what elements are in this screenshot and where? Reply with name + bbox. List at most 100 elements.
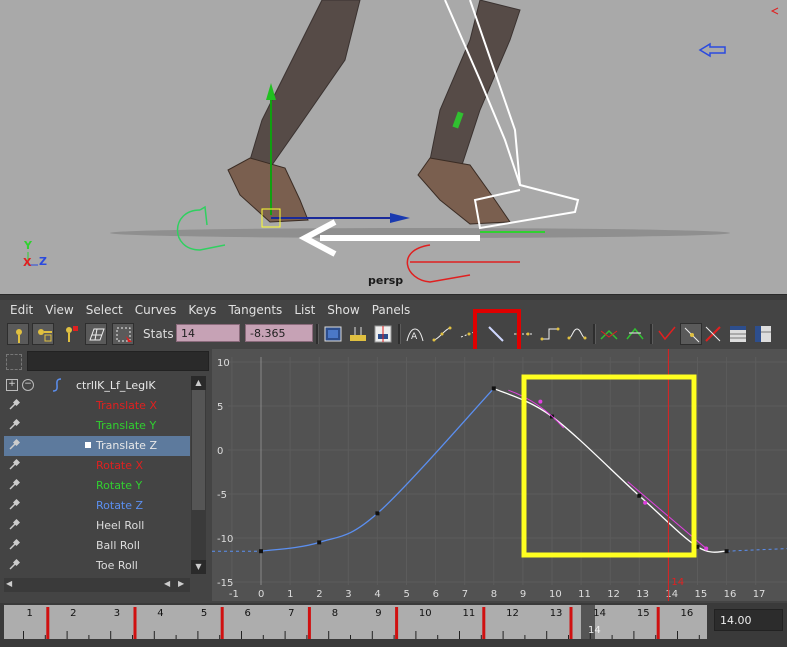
outliner-filter-field[interactable]: [27, 351, 209, 371]
outliner-scrollbar-vertical[interactable]: ▲ ▼: [191, 376, 206, 574]
channel-row[interactable]: Translate X: [4, 396, 190, 416]
channel-label: Ball Roll: [96, 539, 140, 552]
pin-icon[interactable]: [8, 499, 20, 511]
camera-label: persp: [368, 274, 404, 287]
channel-label: Heel Roll: [96, 519, 145, 532]
frame-all-button[interactable]: [322, 323, 344, 345]
pin-icon[interactable]: [8, 459, 20, 471]
curve-post-infinity: [726, 548, 787, 552]
menu-curves[interactable]: Curves: [135, 303, 177, 317]
collapse-icon[interactable]: −: [22, 379, 34, 391]
time-slider-ticks: 1 2 3 4 5 6 7 8 9 10 11 12 13 14 15 16: [23, 607, 700, 639]
menu-show[interactable]: Show: [327, 303, 359, 317]
keyframe-marker[interactable]: [46, 607, 50, 639]
keyframe-marker[interactable]: [656, 607, 660, 639]
menu-edit[interactable]: Edit: [10, 303, 33, 317]
frame-playback-range-button[interactable]: [347, 323, 369, 345]
spline-tangent-button[interactable]: [431, 323, 453, 345]
channel-label: Translate X: [96, 399, 157, 412]
menu-select[interactable]: Select: [86, 303, 123, 317]
menu-keys[interactable]: Keys: [188, 303, 216, 317]
x-tick-label: 4: [374, 589, 380, 600]
menu-list[interactable]: List: [294, 303, 315, 317]
buffer-curve-button[interactable]: [702, 323, 724, 345]
scroll-right-arrow[interactable]: ◀: [164, 579, 170, 588]
right-foot: [417, 157, 511, 225]
pin-icon[interactable]: [8, 559, 20, 571]
channel-row[interactable]: Rotate Y: [4, 476, 190, 496]
current-frame-field[interactable]: 14.00: [714, 609, 783, 631]
free-tangent-weight-button[interactable]: [656, 323, 678, 345]
scroll-left-arrow[interactable]: ◀: [6, 579, 12, 588]
channel-row[interactable]: Rotate Z: [4, 496, 190, 516]
x-tick-label: 16: [724, 589, 737, 600]
plateau-tangent-button[interactable]: [566, 323, 588, 345]
menu-view[interactable]: View: [45, 303, 73, 317]
channel-row[interactable]: Translate Y: [4, 416, 190, 436]
keyframe-marker[interactable]: [482, 607, 486, 639]
x-tick-label: 5: [404, 589, 410, 600]
filter-icon[interactable]: [6, 354, 22, 370]
keyframe-marker[interactable]: [569, 607, 573, 639]
center-current-time-button[interactable]: [372, 323, 394, 345]
y-tick-label: 5: [217, 402, 223, 413]
lock-tangent-weight-button[interactable]: [680, 323, 702, 345]
scroll-right-arrow-2[interactable]: ▶: [178, 579, 184, 588]
keyframe-marker[interactable]: [133, 607, 137, 639]
channel-row[interactable]: Toe Roll: [4, 556, 190, 576]
time-slider[interactable]: 1 2 3 4 5 6 7 8 9 10 11 12 13 14 15 16 14: [4, 605, 707, 639]
current-time-label: 14: [671, 577, 684, 588]
add-key-tool-button[interactable]: [58, 323, 80, 345]
keyframe-marker[interactable]: [220, 607, 224, 639]
graph-view[interactable]: 10 5 0 -5 -10 -15 -1 0 1 2 3 4 5 6 7 8 9 10 11 12 13 14 15 16 17…: [212, 349, 787, 601]
corner-arrow-icon: [770, 7, 779, 15]
move-key-tool-button[interactable]: [7, 323, 29, 345]
unify-tangents-button[interactable]: [624, 323, 646, 345]
channel-row[interactable]: Ball Roll: [4, 536, 190, 556]
x-tick-label: 17: [753, 589, 766, 600]
outliner-scrollbar-horizontal[interactable]: ◀ ◀ ▶: [4, 578, 190, 592]
scroll-thumb[interactable]: [192, 390, 205, 510]
red-control: [406, 244, 520, 283]
channel-row[interactable]: Translate Z: [4, 436, 190, 456]
pin-icon[interactable]: [8, 479, 20, 491]
channel-label: Translate Y: [96, 419, 157, 432]
pin-icon[interactable]: [8, 419, 20, 431]
lattice-deform-button[interactable]: [85, 323, 107, 345]
tangent-handle: [643, 500, 648, 505]
menu-tangents[interactable]: Tangents: [228, 303, 282, 317]
expand-icon[interactable]: +: [6, 379, 18, 391]
insert-key-tool-button[interactable]: [32, 323, 54, 345]
stat-frame-field[interactable]: 14: [176, 324, 240, 342]
scroll-down-arrow[interactable]: ▼: [191, 560, 206, 574]
keyframe-marker[interactable]: [307, 607, 311, 639]
x-tick-label: -1: [229, 589, 239, 600]
step-tangent-button[interactable]: [539, 323, 561, 345]
dope-sheet-button[interactable]: [727, 323, 749, 345]
auto-tangent-button[interactable]: A: [404, 323, 426, 345]
channel-row[interactable]: Heel Roll: [4, 516, 190, 536]
foot-control-circle-2: [199, 205, 208, 226]
viewport-3d[interactable]: Y X Z persp: [0, 0, 787, 294]
break-tangents-button[interactable]: [598, 323, 620, 345]
trax-editor-button[interactable]: [752, 323, 774, 345]
channel-list: Translate X Translate Y Translate Z Rotate …: [4, 396, 190, 576]
outliner-node-row[interactable]: + − ctrlIK_Lf_LegIK: [4, 376, 190, 396]
pin-icon[interactable]: [8, 439, 20, 451]
channel-label: Rotate Y: [96, 479, 143, 492]
graph-canvas[interactable]: 1050-5-10-15-1 0 1 2 3 4 5 6 7 8 9 10 11 12 13 14 15 16 17…: [212, 349, 787, 601]
pin-icon[interactable]: [8, 519, 20, 531]
channel-row[interactable]: Rotate X: [4, 456, 190, 476]
pin-icon[interactable]: [8, 399, 20, 411]
stat-value-field[interactable]: -8.365: [245, 324, 313, 342]
region-select-button[interactable]: [112, 323, 134, 345]
timeline-frame-number: 10: [419, 608, 432, 619]
timeline-frame-number: 8: [332, 608, 338, 619]
pin-icon[interactable]: [8, 539, 20, 551]
keyframe-marker[interactable]: [395, 607, 399, 639]
key-point: [259, 549, 263, 554]
menu-panels[interactable]: Panels: [372, 303, 411, 317]
x-tick-label: 1: [287, 589, 293, 600]
scroll-up-arrow[interactable]: ▲: [191, 376, 206, 390]
graph-editor-toolbar: Stats 14 -8.365 A: [0, 319, 787, 349]
